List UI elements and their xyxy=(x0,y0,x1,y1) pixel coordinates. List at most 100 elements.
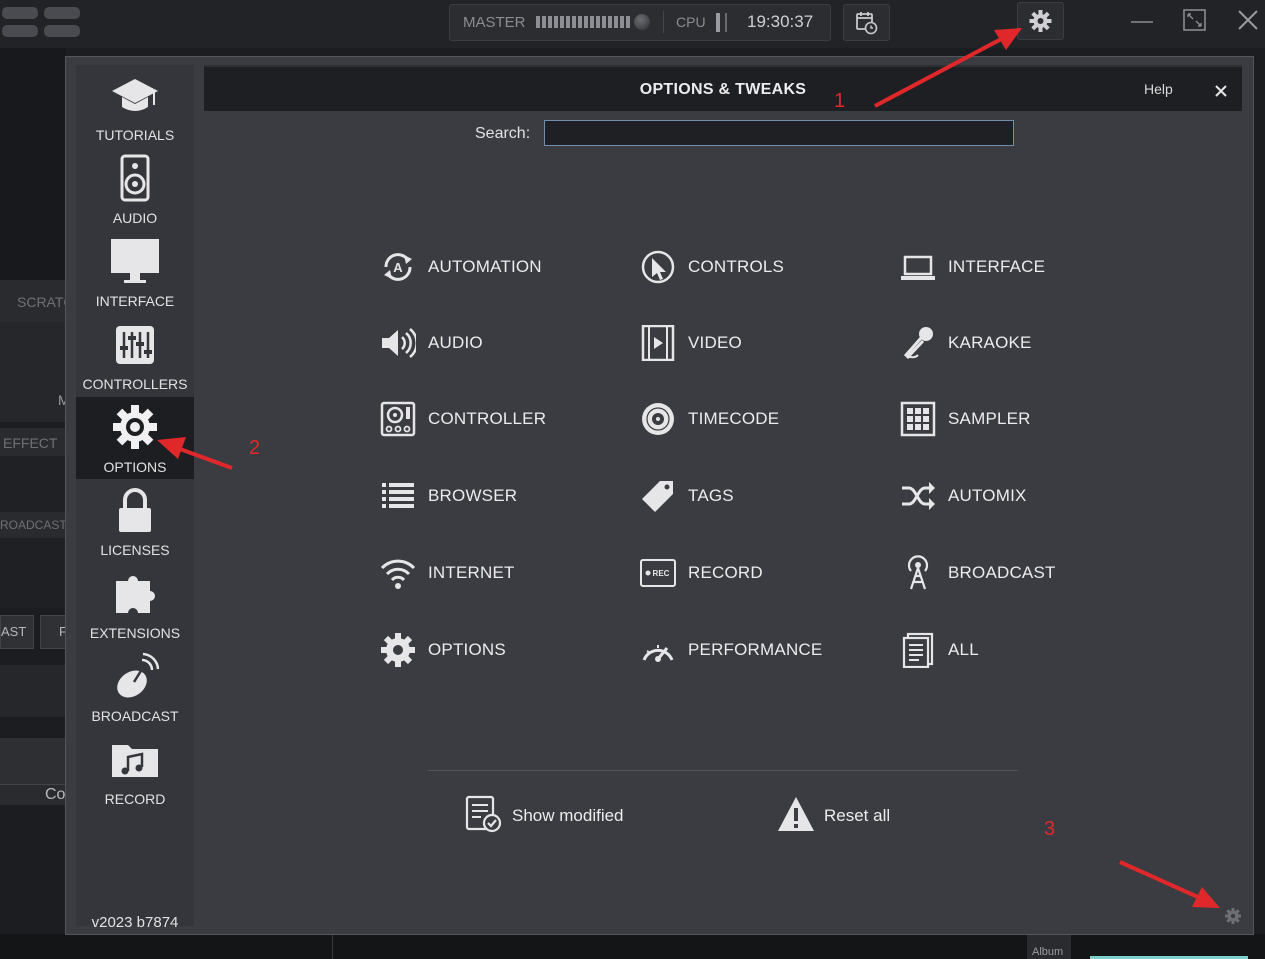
category-interface[interactable]: INTERFACE xyxy=(900,247,1140,287)
divider xyxy=(332,934,333,959)
master-volume-knob[interactable] xyxy=(634,14,650,30)
settings-button[interactable] xyxy=(1017,2,1064,40)
effect-header: EFFECT xyxy=(0,428,66,456)
sidebar-item-interface[interactable]: INTERFACE xyxy=(76,231,194,313)
category-label: AUTOMATION xyxy=(428,257,542,276)
film-icon xyxy=(641,325,675,361)
svg-text:REC: REC xyxy=(653,569,670,578)
browser-list: Album xyxy=(0,934,1265,959)
category-timecode[interactable]: TIMECODE xyxy=(640,399,880,439)
category-browser[interactable]: BROWSER xyxy=(380,476,620,516)
modified-document-icon xyxy=(465,795,502,833)
reset-all-label: Reset all xyxy=(824,806,891,825)
category-internet[interactable]: INTERNET xyxy=(380,553,620,593)
vinyl-icon xyxy=(642,403,674,435)
category-label: VIDEO xyxy=(688,333,742,352)
graduation-cap-icon xyxy=(112,79,158,111)
layout-grip-icon[interactable] xyxy=(2,25,38,37)
sidebar-item-broadcast[interactable]: BROADCAST xyxy=(76,646,194,728)
category-sampler[interactable]: SAMPLER xyxy=(900,399,1140,439)
layout-grip-icon[interactable] xyxy=(44,7,80,19)
effect-slot[interactable] xyxy=(0,456,66,512)
album-label: Album xyxy=(1032,946,1064,958)
list-icon xyxy=(382,483,414,508)
fullscreen-icon[interactable] xyxy=(1181,8,1209,34)
deck-controls: M xyxy=(0,322,70,422)
microphone-icon xyxy=(903,327,933,360)
category-controller[interactable]: CONTROLLER xyxy=(380,399,620,439)
pads-grid-icon xyxy=(900,401,936,437)
shuffle-icon xyxy=(902,482,935,510)
minimize-icon[interactable] xyxy=(1128,8,1156,34)
sidebar-item-controllers[interactable]: CONTROLLERS xyxy=(76,314,194,396)
broadcast-start-button[interactable]: AST xyxy=(0,615,34,649)
sidebar-item-options[interactable]: OPTIONS xyxy=(76,397,194,479)
effect-label: EFFECT xyxy=(3,435,58,451)
version-label: v2023 b7874 xyxy=(91,914,179,931)
category-label: RECORD xyxy=(688,563,763,582)
category-controls[interactable]: CONTROLS xyxy=(640,247,880,287)
sidebar-item-label: AUDIO xyxy=(112,210,158,226)
sidebar-item-label: INTERFACE xyxy=(95,293,175,309)
cpu-meter xyxy=(725,13,727,32)
layout-grip-icon[interactable] xyxy=(2,7,38,19)
category-label: INTERNET xyxy=(428,563,515,582)
category-label: OPTIONS xyxy=(428,640,506,659)
category-label: KARAOKE xyxy=(948,333,1032,352)
sidebar-item-label: LICENSES xyxy=(100,542,170,558)
category-tags[interactable]: TAGS xyxy=(640,476,880,516)
sidebar-item-audio[interactable]: AUDIO xyxy=(76,148,194,230)
category-audio[interactable]: AUDIO xyxy=(380,323,620,363)
event-scheduler-button[interactable] xyxy=(843,4,890,41)
show-modified-label: Show modified xyxy=(512,806,624,825)
crossfader[interactable] xyxy=(0,665,66,717)
browser-toolbar xyxy=(0,738,66,784)
category-label: TAGS xyxy=(688,486,734,505)
category-broadcast[interactable]: BROADCAST xyxy=(900,553,1140,593)
gear-icon xyxy=(1029,10,1052,32)
category-karaoke[interactable]: KARAOKE xyxy=(900,323,1140,363)
dialog-header: OPTIONS & TWEAKS Help xyxy=(204,65,1242,111)
broadcast-label: ROADCAST xyxy=(0,518,67,532)
divider xyxy=(663,11,664,33)
calendar-clock-icon xyxy=(856,12,878,35)
category-label: CONTROLLER xyxy=(428,409,547,428)
close-window-icon[interactable] xyxy=(1234,8,1262,34)
lock-icon xyxy=(119,488,151,532)
show-modified-button[interactable]: Show modified xyxy=(465,795,645,835)
help-link[interactable]: Help xyxy=(1144,81,1173,97)
master-level-meter xyxy=(536,16,630,28)
category-record[interactable]: REC RECORD xyxy=(640,553,880,593)
category-all[interactable]: ALL xyxy=(900,630,1140,670)
category-label: INTERFACE xyxy=(948,257,1046,276)
sidebar-item-licenses[interactable]: LICENSES xyxy=(76,480,194,562)
category-label: BROWSER xyxy=(428,486,518,505)
search-input[interactable] xyxy=(544,120,1014,146)
gauge-icon xyxy=(642,645,674,662)
category-label: PERFORMANCE xyxy=(688,640,823,659)
layout-grip-icon[interactable] xyxy=(44,25,80,37)
category-video[interactable]: VIDEO xyxy=(640,323,880,363)
category-options[interactable]: OPTIONS xyxy=(380,630,620,670)
broadcast-stop-button[interactable]: F xyxy=(40,615,68,649)
tag-icon xyxy=(642,481,673,512)
master-status-panel: MASTER CPU 19:30:37 xyxy=(449,4,831,41)
master-label: MASTER xyxy=(463,14,526,31)
cpu-meter xyxy=(716,13,720,32)
sidebar-item-record[interactable]: RECORD xyxy=(76,729,194,811)
music-folder-icon xyxy=(112,745,158,777)
sidebar-item-tutorials[interactable]: TUTORIALS xyxy=(76,65,194,147)
puzzle-icon xyxy=(116,575,155,613)
category-automix[interactable]: AUTOMIX xyxy=(900,476,1140,516)
category-performance[interactable]: PERFORMANCE xyxy=(640,630,880,670)
sidebar-item-label: OPTIONS xyxy=(103,459,167,475)
sliders-icon xyxy=(116,326,154,364)
laptop-icon xyxy=(901,255,935,280)
category-automation[interactable]: A AUTOMATION xyxy=(380,247,620,287)
automation-icon: A xyxy=(384,253,412,281)
sidebar-item-extensions[interactable]: EXTENSIONS xyxy=(76,563,194,645)
close-icon[interactable] xyxy=(1207,77,1235,105)
gear-icon[interactable] xyxy=(1224,907,1242,925)
album-column: Album xyxy=(1027,934,1071,959)
reset-all-button[interactable]: Reset all xyxy=(777,795,917,835)
